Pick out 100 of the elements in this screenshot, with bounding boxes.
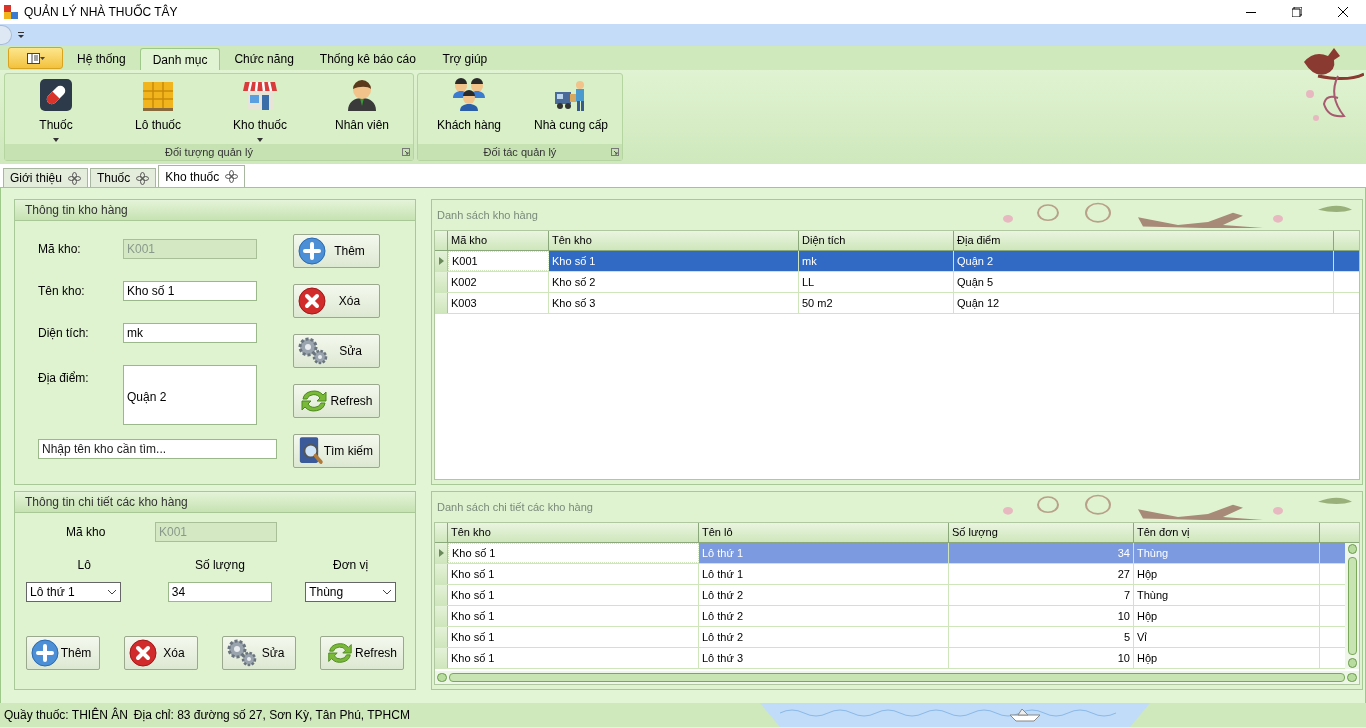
caret-icon	[257, 138, 263, 142]
field-label: Mã kho:	[38, 241, 82, 258]
table-row[interactable]: K003 Kho số 3 50 m2 Quận 12	[435, 293, 1359, 314]
column-header[interactable]: Số lượng	[949, 523, 1134, 542]
row-header[interactable]	[435, 293, 448, 313]
search-button[interactable]: Tìm kiếm	[293, 434, 380, 468]
table-cell: Kho số 1	[448, 606, 699, 626]
edit-button[interactable]: Sửa	[293, 334, 380, 368]
chevron-down-icon	[382, 589, 393, 595]
table-row[interactable]: Kho số 1 Lô thứ 1 27 Hộp	[435, 564, 1345, 585]
table-cell: K001	[448, 251, 549, 271]
column-header[interactable]: Tên kho	[448, 523, 699, 542]
table-row[interactable]: Kho số 1 Lô thứ 3 10 Hộp	[435, 648, 1345, 669]
group-label: Đối tượng quản lý	[164, 144, 254, 160]
input-field[interactable]: mk	[123, 323, 257, 343]
delete-button[interactable]: Xóa	[293, 284, 380, 318]
vertical-scrollbar[interactable]	[1345, 543, 1359, 669]
table-row[interactable]: Kho số 1 Lô thứ 1 34 Thùng	[435, 543, 1345, 564]
table-cell: Hộp	[1134, 564, 1320, 584]
dialog-launcher-icon[interactable]	[611, 148, 619, 156]
ribbon-tab[interactable]: Trợ giúp	[429, 48, 500, 70]
ribbon-tab[interactable]: Thống kê báo cáo	[307, 48, 428, 70]
table-row[interactable]: K002 Kho số 2 LL Quận 5	[435, 272, 1359, 293]
table-cell: Kho số 2	[549, 272, 799, 292]
table-cell: K003	[448, 293, 549, 313]
table-row[interactable]: Kho số 1 Lô thứ 2 10 Hộp	[435, 606, 1345, 627]
dropdown-field[interactable]: Thùng	[305, 582, 397, 602]
scroll-down-icon	[1347, 658, 1357, 668]
edit-button[interactable]: Sửa	[222, 636, 296, 670]
field-label: Diện tích:	[38, 325, 90, 342]
ribbon-tab[interactable]: Danh mục	[139, 48, 221, 70]
ribbon-button[interactable]: Nhà cung cấp	[520, 74, 622, 144]
column-header[interactable]: Địa điểm	[954, 231, 1334, 250]
app-orb[interactable]	[0, 25, 12, 45]
panel-icon	[26, 52, 45, 64]
ribbon-tab[interactable]: Chức năng	[222, 48, 306, 70]
table-row[interactable]: Kho số 1 Lô thứ 2 7 Thùng	[435, 585, 1345, 606]
refresh-button[interactable]: Refresh	[320, 636, 404, 670]
ribbon-button[interactable]: Lô thuốc	[107, 74, 209, 144]
table-cell: Lô thứ 1	[699, 543, 949, 563]
search-field[interactable]: Nhập tên kho cần tìm...	[38, 439, 277, 459]
column-header[interactable]: Diện tích	[799, 231, 954, 250]
status-text: Quầy thuốc: THIÊN ÂN	[4, 706, 128, 724]
table-cell: 50 m2	[799, 293, 954, 313]
chevron-down-icon	[107, 589, 117, 595]
row-header[interactable]	[435, 272, 448, 292]
scroll-thumb[interactable]	[449, 673, 1345, 682]
input-field[interactable]: Kho số 1	[123, 281, 257, 301]
table-cell: Kho số 1	[549, 251, 799, 271]
window-title: QUẢN LÝ NHÀ THUỐC TÂY	[24, 3, 178, 21]
application-menu-button[interactable]	[8, 47, 63, 69]
table-row[interactable]: Kho số 1 Lô thứ 2 5 Vỉ	[435, 627, 1345, 648]
ribbon-button[interactable]: Kho thuốc	[209, 74, 311, 144]
field-label: Tên kho:	[38, 283, 86, 300]
refresh-button[interactable]: Refresh	[293, 384, 380, 418]
field-label: Địa điểm:	[38, 370, 90, 387]
column-header[interactable]: Tên lô	[699, 523, 949, 542]
document-tab[interactable]: Kho thuốc	[158, 165, 246, 187]
row-header[interactable]	[435, 543, 448, 563]
ribbon-tab[interactable]: Hệ thống	[65, 48, 138, 70]
dialog-launcher-icon[interactable]	[402, 148, 410, 156]
close-icon	[1338, 7, 1348, 17]
search-icon	[298, 435, 324, 467]
row-header[interactable]	[435, 564, 448, 584]
dropdown-field[interactable]: Lô thứ 1	[26, 582, 121, 602]
row-header[interactable]	[435, 606, 448, 626]
scroll-up-icon	[1347, 544, 1357, 554]
text-area[interactable]: Quận 2	[123, 365, 257, 425]
delete-button[interactable]: Xóa	[124, 636, 198, 670]
table-cell: Kho số 1	[448, 585, 699, 605]
caret-icon	[53, 138, 59, 142]
add-button[interactable]: Thêm	[26, 636, 100, 670]
input-field[interactable]: 34	[167, 582, 272, 602]
table-cell: 10	[949, 606, 1134, 626]
table-cell: Kho số 1	[448, 543, 699, 563]
plus-icon	[298, 237, 326, 265]
horizontal-scrollbar[interactable]	[435, 671, 1359, 684]
column-header[interactable]: Mã kho	[448, 231, 549, 250]
ribbon-button[interactable]: Thuốc	[5, 74, 107, 144]
person-icon	[345, 78, 379, 112]
ribbon-button[interactable]: Khách hàng	[418, 74, 520, 144]
customize-toolbar-icon[interactable]	[18, 32, 24, 38]
row-header[interactable]	[435, 648, 448, 668]
table-cell: Lô thứ 3	[699, 648, 949, 668]
table-cell: Kho số 3	[549, 293, 799, 313]
document-tab[interactable]: Giới thiệu	[3, 168, 88, 187]
scroll-thumb[interactable]	[1347, 557, 1357, 655]
table-row[interactable]: K001 Kho số 1 mk Quận 2	[435, 251, 1359, 272]
ribbon-button[interactable]: Nhân viên	[311, 74, 413, 144]
row-header[interactable]	[435, 251, 448, 271]
column-header[interactable]: Tên đơn vị	[1134, 523, 1320, 542]
table-cell: K002	[448, 272, 549, 292]
add-button[interactable]: Thêm	[293, 234, 380, 268]
table-cell: Lô thứ 2	[699, 627, 949, 647]
table-cell: Lô thứ 2	[699, 606, 949, 626]
document-tab[interactable]: Thuốc	[89, 168, 157, 187]
row-header[interactable]	[435, 627, 448, 647]
row-header[interactable]	[435, 585, 448, 605]
column-header[interactable]: Tên kho	[549, 231, 799, 250]
group-label: Đối tác quản lý	[482, 144, 558, 160]
